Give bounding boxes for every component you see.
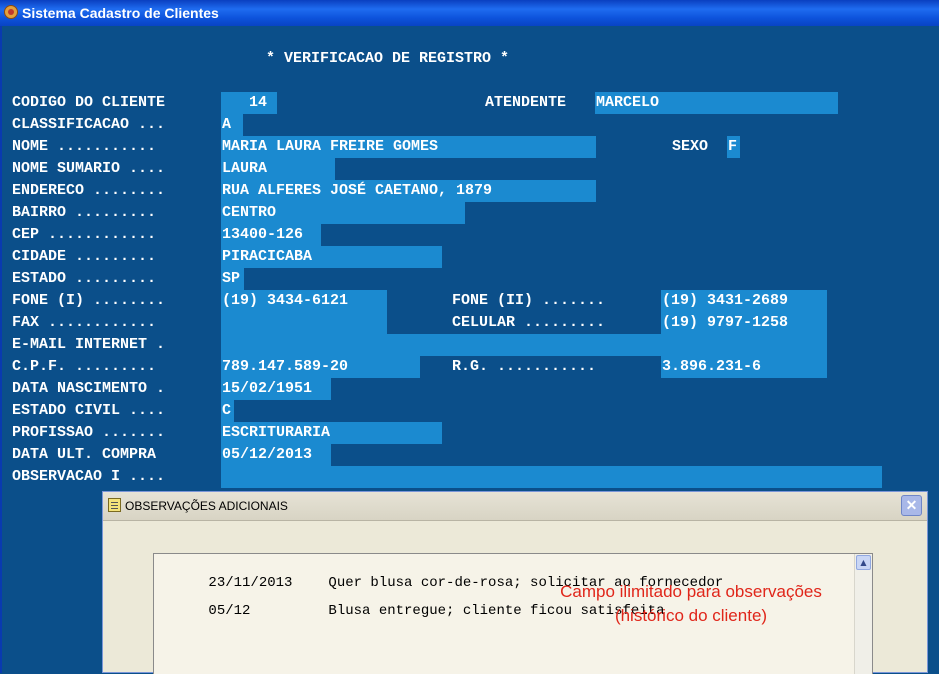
memo-scrollbar[interactable]: ▲ <box>854 554 872 674</box>
label-nascimento: DATA NASCIMENTO . <box>12 380 166 397</box>
label-classificacao: CLASSIFICACAO ... <box>12 116 166 133</box>
label-cpf: C.P.F. ......... <box>12 358 157 375</box>
window-title: Sistema Cadastro de Clientes <box>22 5 219 21</box>
field-estado-civil[interactable]: C <box>221 400 234 422</box>
field-fax[interactable] <box>221 312 387 334</box>
label-cep: CEP ............ <box>12 226 157 243</box>
window-titlebar: Sistema Cadastro de Clientes <box>0 0 939 26</box>
field-rg[interactable]: 3.896.231-6 <box>661 356 827 378</box>
label-sexo: SEXO <box>672 138 709 155</box>
dialog-title: OBSERVAÇÕES ADICIONAIS <box>125 499 288 513</box>
field-cep[interactable]: 13400-126 <box>221 224 321 246</box>
label-bairro: BAIRRO ......... <box>12 204 157 221</box>
label-endereco: ENDERECO ........ <box>12 182 166 199</box>
label-email: E-MAIL INTERNET . <box>12 336 166 353</box>
label-codigo: CODIGO DO CLIENTE <box>12 94 166 111</box>
field-nascimento[interactable]: 15/02/1951 <box>221 378 331 400</box>
field-estado[interactable]: SP <box>221 268 244 290</box>
annotation-line-1: Campo ilimitado para observações <box>560 582 822 601</box>
label-nome-sumario: NOME SUMARIO .... <box>12 160 166 177</box>
label-celular: CELULAR ......... <box>452 314 606 331</box>
label-ult-compra: DATA ULT. COMPRA <box>12 446 157 463</box>
notepad-icon <box>108 498 121 512</box>
field-endereco[interactable]: RUA ALFERES JOSÉ CAETANO, 1879 <box>221 180 596 202</box>
label-estado: ESTADO ......... <box>12 270 157 287</box>
field-observacao[interactable] <box>221 466 882 488</box>
field-nome[interactable]: MARIA LAURA FREIRE GOMES <box>221 136 596 158</box>
field-bairro[interactable]: CENTRO <box>221 202 465 224</box>
field-cidade[interactable]: PIRACICABA <box>221 246 442 268</box>
label-atendente: ATENDENTE <box>485 94 567 111</box>
label-estado-civil: ESTADO CIVIL .... <box>12 402 166 419</box>
field-celular[interactable]: (19) 9797-1258 <box>661 312 827 334</box>
field-ult-compra[interactable]: 05/12/2013 <box>221 444 331 466</box>
label-nome: NOME ........... <box>12 138 157 155</box>
field-email[interactable] <box>221 334 827 356</box>
field-nome-sumario[interactable]: LAURA <box>221 158 335 180</box>
field-fone2[interactable]: (19) 3431-2689 <box>661 290 827 312</box>
entry-date: 05/12 <box>208 603 251 619</box>
field-codigo[interactable]: 14 <box>221 92 277 114</box>
field-classificacao[interactable]: A <box>221 114 243 136</box>
label-rg: R.G. ........... <box>452 358 597 375</box>
field-atendente[interactable]: MARCELO <box>595 92 838 114</box>
scroll-up-icon[interactable]: ▲ <box>856 555 871 570</box>
label-cidade: CIDADE ......... <box>12 248 157 265</box>
label-fax: FAX ............ <box>12 314 157 331</box>
app-icon <box>4 5 18 19</box>
field-fone1[interactable]: (19) 3434-6121 <box>221 290 387 312</box>
label-profissao: PROFISSAO ....... <box>12 424 166 441</box>
observations-dialog: OBSERVAÇÕES ADICIONAIS ✕ 23/11/2013 Quer … <box>102 491 928 674</box>
dialog-titlebar: OBSERVAÇÕES ADICIONAIS ✕ <box>103 492 927 521</box>
field-cpf[interactable]: 789.147.589-20 <box>221 356 420 378</box>
field-profissao[interactable]: ESCRITURARIA <box>221 422 442 444</box>
annotation-line-2: (histórico do cliente) <box>614 606 768 625</box>
close-button[interactable]: ✕ <box>901 495 922 516</box>
label-observacao: OBSERVACAO I .... <box>12 468 166 485</box>
screen-heading: * VERIFICACAO DE REGISTRO * <box>266 50 510 67</box>
field-sexo[interactable]: F <box>727 136 740 158</box>
label-fone1: FONE (I) ........ <box>12 292 166 309</box>
label-fone2: FONE (II) ....... <box>452 292 606 309</box>
